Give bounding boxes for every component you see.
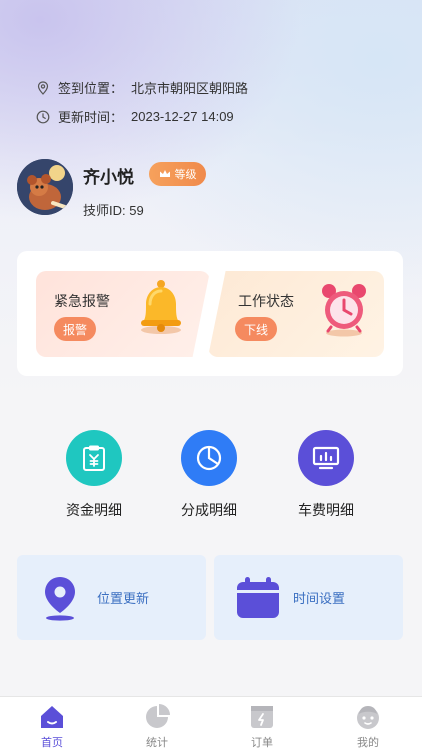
commission-detail-label: 分成明细	[181, 502, 237, 518]
work-status-title: 工作状态	[238, 293, 294, 309]
calendar-icon	[237, 576, 279, 618]
clipboard-yen-icon	[66, 430, 122, 486]
offline-button[interactable]: 下线	[235, 317, 277, 341]
location-pin-icon	[45, 576, 75, 621]
crown-icon	[159, 170, 170, 177]
update-time-value: 2023-12-27 14:09	[131, 109, 234, 124]
monitor-chart-icon	[298, 430, 354, 486]
tab-statistics[interactable]: 统计	[127, 703, 187, 750]
avatar-image	[17, 159, 73, 215]
tab-orders[interactable]: 订单	[232, 703, 292, 750]
tech-id: 技师ID: 59	[83, 203, 144, 218]
avatar[interactable]	[17, 159, 73, 215]
sign-in-location: 签到位置： 北京市朝阳区朝阳路	[36, 78, 248, 97]
emergency-alarm-title: 紧急报警	[54, 293, 110, 309]
location-update-label: 位置更新	[97, 591, 150, 606]
tab-profile[interactable]: 我的	[338, 703, 398, 750]
location-value: 北京市朝阳区朝阳路	[131, 81, 249, 96]
user-name: 齐小悦	[83, 168, 134, 187]
tab-home[interactable]: 首页	[22, 703, 82, 750]
level-badge[interactable]: 等级	[149, 162, 206, 186]
level-badge-label: 等级	[174, 169, 197, 181]
commission-detail-item[interactable]: 分成明细	[159, 430, 259, 520]
fare-detail-item[interactable]: 车费明细	[276, 430, 376, 520]
pie-chart-icon	[181, 430, 237, 486]
home-icon	[41, 706, 63, 728]
fare-detail-label: 车费明细	[298, 502, 354, 518]
location-update-tile[interactable]: 位置更新	[17, 555, 206, 640]
tab-home-label: 首页	[41, 737, 63, 749]
profile-icon	[357, 706, 379, 729]
time-settings-tile[interactable]: 时间设置	[214, 555, 403, 640]
update-time-label: 更新时间：	[58, 110, 124, 125]
tab-profile-label: 我的	[357, 737, 379, 749]
time-settings-label: 时间设置	[293, 591, 346, 606]
fund-detail-label: 资金明细	[66, 502, 122, 518]
pie-chart-icon	[146, 704, 170, 728]
update-time: 更新时间： 2023-12-27 14:09	[36, 107, 234, 126]
alarm-clock-icon	[322, 284, 366, 337]
clock-icon	[36, 110, 50, 123]
bottom-tab-bar: 首页 统计 订单 我的	[0, 696, 422, 750]
fund-detail-item[interactable]: 资金明细	[44, 430, 144, 520]
tab-orders-label: 订单	[251, 737, 273, 749]
alarm-button[interactable]: 报警	[54, 317, 96, 341]
location-label: 签到位置：	[58, 81, 124, 96]
tab-statistics-label: 统计	[146, 737, 168, 749]
order-icon	[251, 706, 273, 728]
location-pin-icon	[37, 80, 49, 95]
bell-icon	[141, 280, 181, 334]
